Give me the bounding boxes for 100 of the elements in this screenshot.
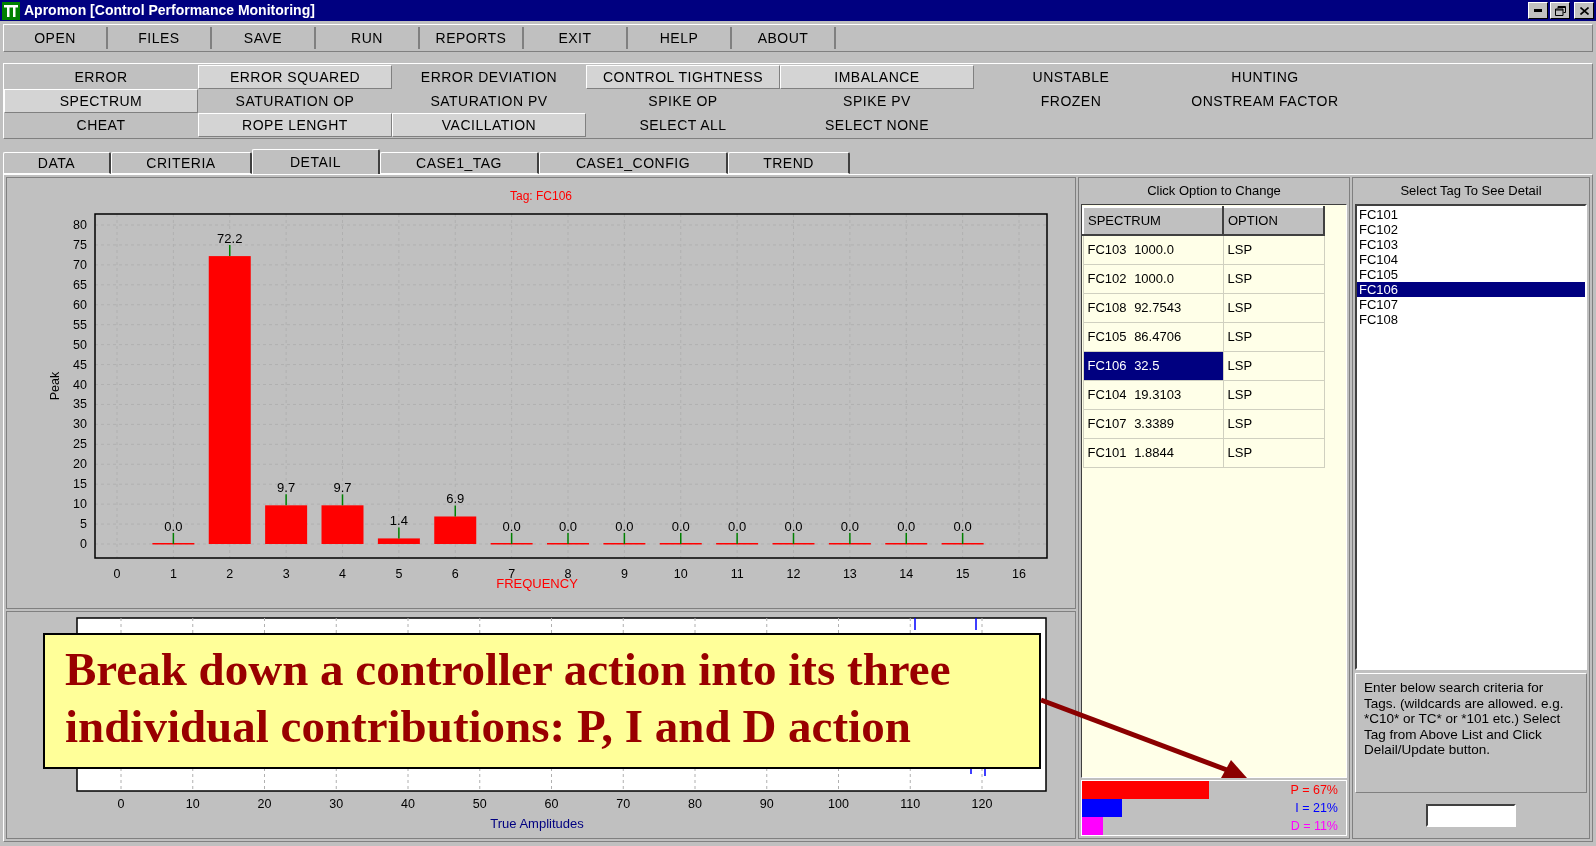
table-cell[interactable]: FC107 3.3389 [1083, 409, 1223, 438]
criteria-button[interactable]: HUNTING [1168, 65, 1362, 89]
axis-tick-label: 60 [544, 797, 559, 811]
column-header[interactable]: OPTION [1223, 207, 1324, 235]
criteria-button[interactable]: SPIKE OP [586, 89, 780, 113]
criteria-button[interactable]: UNSTABLE [974, 65, 1168, 89]
criteria-button[interactable]: ONSTREAM FACTOR [1168, 89, 1362, 113]
menu-item[interactable]: SAVE [212, 27, 316, 49]
criteria-button[interactable]: IMBALANCE [780, 65, 974, 89]
tab[interactable]: DATA [3, 152, 111, 174]
criteria-button[interactable]: ERROR DEVIATION [392, 65, 586, 89]
tab[interactable]: CASE1_CONFIG [539, 152, 728, 174]
bar-value-label: 0.0 [164, 519, 183, 534]
list-item[interactable]: FC101 [1357, 207, 1585, 222]
axis-tick-label: 20 [257, 797, 272, 811]
close-icon [1579, 6, 1589, 15]
axis-tick-label: 50 [73, 337, 87, 352]
table-cell[interactable]: LSP [1223, 438, 1324, 467]
table-cell[interactable]: LSP [1223, 351, 1324, 380]
list-item[interactable]: FC108 [1357, 312, 1585, 327]
table-cell[interactable]: FC103 1000.0 [1083, 235, 1223, 264]
menu-item[interactable]: HELP [628, 27, 732, 49]
criteria-button[interactable]: ROPE LENGHT [198, 113, 392, 137]
minimize-button[interactable] [1528, 2, 1548, 19]
bar [377, 526, 420, 544]
column-header[interactable]: SPECTRUM [1083, 207, 1223, 235]
axis-tick-label: 3 [282, 567, 290, 581]
menu-item[interactable]: ABOUT [732, 27, 836, 49]
search-field[interactable] [1426, 804, 1516, 827]
criteria-button[interactable]: SPIKE PV [780, 89, 974, 113]
criteria-button[interactable]: SELECT NONE [780, 113, 974, 137]
criteria-button[interactable]: SPECTRUM [4, 89, 198, 113]
criteria-button[interactable]: ERROR SQUARED [198, 65, 392, 89]
menu-item[interactable]: REPORTS [420, 27, 524, 49]
restore-button[interactable] [1550, 2, 1570, 19]
axis-tick-label: 120 [971, 797, 993, 811]
axis-tick-label: 35 [73, 397, 87, 412]
tab[interactable]: CASE1_TAG [380, 152, 539, 174]
bar [547, 532, 589, 545]
bar-value-label: 9.7 [333, 480, 352, 496]
axis-tick-label: 80 [688, 797, 702, 811]
axis-tick-label: 20 [73, 457, 87, 472]
bar [828, 532, 871, 545]
table-cell[interactable]: FC106 32.5 [1083, 351, 1223, 380]
list-item[interactable]: FC104 [1357, 252, 1585, 267]
criteria-button[interactable]: ERROR [4, 65, 198, 89]
axis-tick-label: 110 [900, 797, 921, 811]
table-cell[interactable]: LSP [1223, 264, 1324, 293]
bar [659, 532, 702, 545]
axis-tick-label: 0 [80, 537, 87, 551]
bar-value-label: 1.4 [389, 513, 408, 529]
list-item[interactable]: FC103 [1357, 237, 1585, 252]
criteria-button[interactable]: SATURATION OP [198, 89, 392, 113]
table-cell[interactable]: LSP [1223, 409, 1324, 438]
criteria-button[interactable]: CONTROL TIGHTNESS [586, 65, 780, 89]
table-cell[interactable]: FC108 92.7543 [1083, 293, 1223, 322]
tab[interactable]: TREND [728, 152, 850, 174]
bar-value-label: 0.0 [671, 519, 690, 534]
bar [434, 516, 477, 544]
criteria-button[interactable]: CHEAT [4, 113, 198, 137]
bar [321, 493, 364, 544]
axis-tick-label: 0 [113, 567, 121, 581]
close-button[interactable] [1574, 2, 1594, 19]
axis-tick-label: 0 [117, 797, 125, 811]
axis-tick-label: 13 [842, 567, 857, 581]
criteria-button[interactable]: VACILLATION [392, 113, 586, 137]
pid-label: I = 21% [1295, 800, 1338, 817]
table-cell[interactable]: LSP [1223, 293, 1324, 322]
window-title: Apromon [Control Performance Monitoring] [24, 1, 315, 20]
tag-list[interactable]: FC101 FC102 FC103 FC104 FC105 FC106 FC107 FC108 [1355, 204, 1587, 670]
bar [490, 532, 533, 545]
criteria-button[interactable]: SATURATION PV [392, 89, 586, 113]
table-cell[interactable]: FC105 86.4706 [1083, 322, 1223, 351]
list-item[interactable]: FC105 [1357, 267, 1585, 282]
axis-tick-label: 6 [451, 567, 459, 581]
table-cell[interactable]: LSP [1223, 380, 1324, 409]
criteria-button[interactable]: SELECT ALL [586, 113, 780, 137]
list-item[interactable]: FC107 [1357, 297, 1585, 312]
table-cell[interactable]: FC102 1000.0 [1083, 264, 1223, 293]
axis-tick-label: 15 [73, 477, 87, 492]
menu-item[interactable]: EXIT [524, 27, 628, 49]
table-cell[interactable]: LSP [1223, 322, 1324, 351]
axis-tick-label: 16 [1012, 567, 1026, 581]
bar [377, 538, 420, 544]
restore-icon [1554, 5, 1566, 16]
list-item[interactable]: FC102 [1357, 222, 1585, 237]
menu-item[interactable]: OPEN [4, 27, 108, 49]
tab[interactable]: DETAIL [252, 149, 380, 174]
menu-item[interactable]: RUN [316, 27, 420, 49]
chart-title: Tag: FC106 [510, 189, 572, 203]
axis-tick-label: 30 [329, 797, 344, 811]
table-cell[interactable]: FC104 19.3103 [1083, 380, 1223, 409]
list-item[interactable]: FC106 [1357, 282, 1585, 297]
menu-item[interactable]: FILES [108, 27, 212, 49]
bar [885, 532, 928, 545]
axis-tick-label: 40 [73, 377, 87, 392]
criteria-button[interactable]: FROZEN [974, 89, 1168, 113]
table-cell[interactable]: FC101 1.8844 [1083, 438, 1223, 467]
table-cell[interactable]: LSP [1223, 235, 1324, 264]
axis-tick-label: 5 [395, 567, 403, 581]
